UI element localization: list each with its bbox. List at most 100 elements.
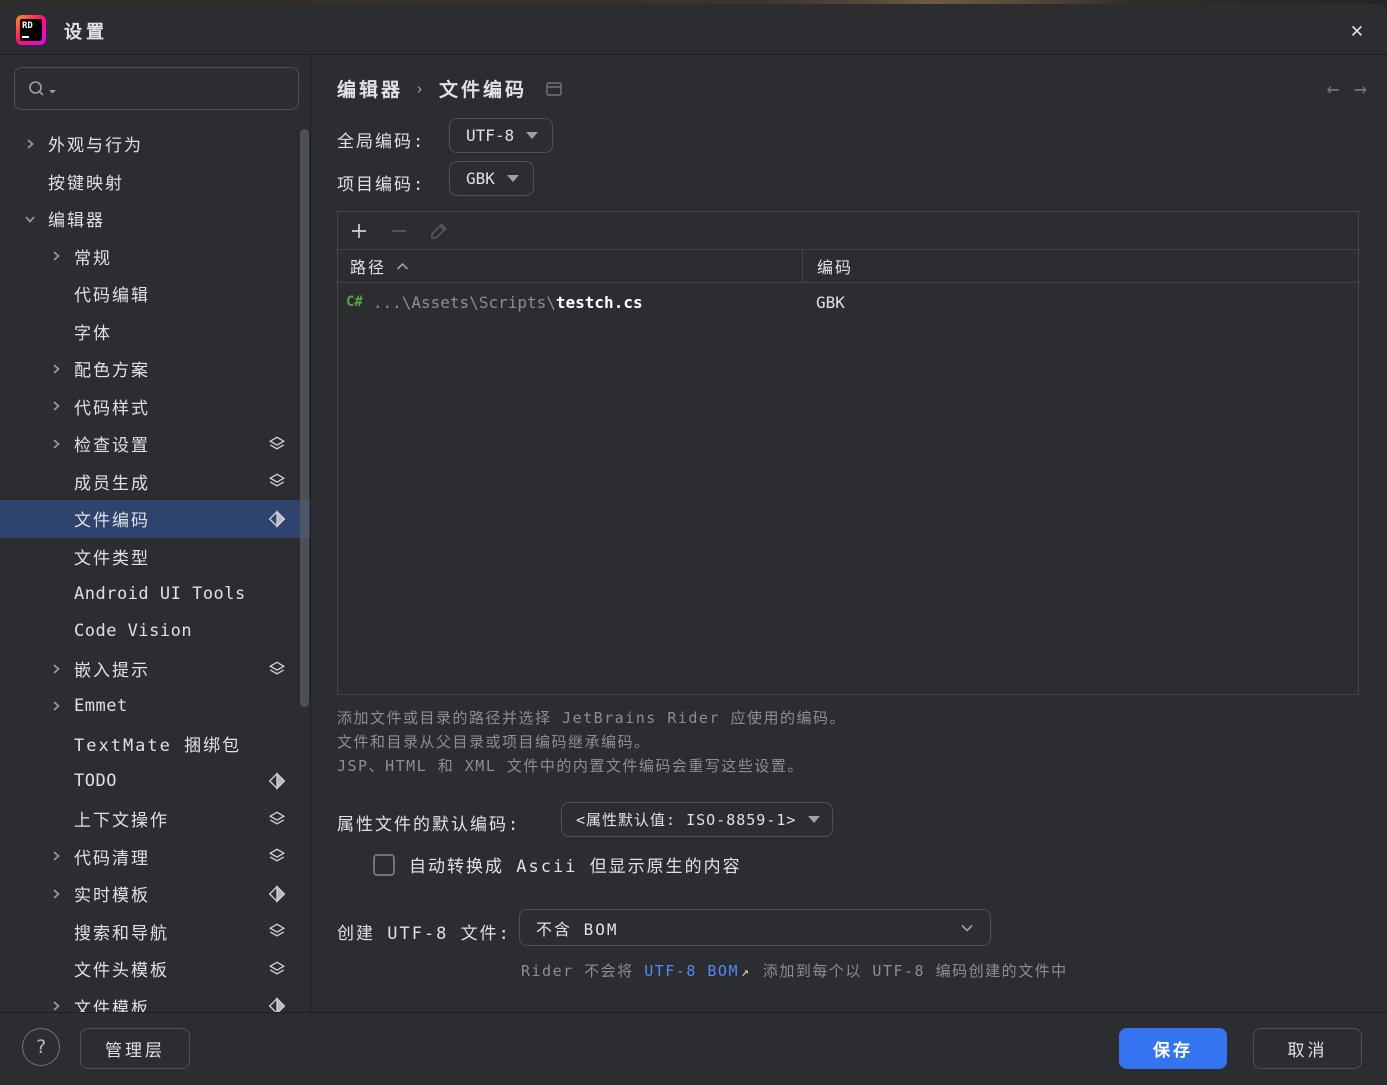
dialog-footer: ? 管理层 保存 取消	[0, 1012, 1387, 1085]
diamond-icon	[268, 510, 286, 528]
global-encoding-label: 全局编码:	[337, 127, 425, 152]
chevron-right-icon[interactable]	[22, 137, 38, 151]
utf8-bom-link[interactable]: UTF-8 BOM	[644, 962, 739, 980]
properties-encoding-label: 属性文件的默认编码:	[337, 810, 520, 835]
cancel-button[interactable]: 取消	[1253, 1028, 1362, 1069]
chevron-down-icon	[507, 175, 519, 182]
encoding-cell: GBK	[802, 293, 1358, 312]
chevron-right-icon[interactable]	[48, 249, 64, 263]
chevron-right-icon[interactable]	[48, 437, 64, 451]
back-arrow-icon[interactable]: ←	[1327, 77, 1340, 102]
global-encoding-value: UTF-8	[466, 126, 514, 145]
chevron-down-icon	[808, 816, 820, 823]
sidebar-item-label: 代码样式	[74, 394, 150, 419]
chevron-right-icon[interactable]	[48, 662, 64, 676]
rider-logo-text: RD	[20, 19, 42, 41]
sidebar-item-19[interactable]: 代码清理	[0, 838, 310, 876]
chevron-right-icon[interactable]	[48, 699, 64, 713]
sidebar-item-12[interactable]: Android UI Tools	[0, 575, 310, 613]
search-input[interactable]	[57, 68, 298, 109]
edit-pencil-icon[interactable]	[428, 220, 450, 242]
sidebar-item-18[interactable]: 上下文操作	[0, 800, 310, 838]
sidebar-item-label: Code Vision	[74, 621, 192, 641]
sidebar-item-17[interactable]: TODO	[0, 763, 310, 801]
sidebar-scrollbar[interactable]	[300, 129, 309, 707]
sidebar-item-7[interactable]: 代码样式	[0, 388, 310, 426]
chevron-right-icon[interactable]	[48, 999, 64, 1012]
utf8-bom-note: Rider 不会将 UTF-8 BOM↗ 添加到每个以 UTF-8 编码创建的文…	[521, 960, 1068, 981]
project-encoding-select[interactable]: GBK	[449, 161, 534, 196]
diamond-icon	[268, 997, 286, 1012]
create-utf8-select[interactable]: 不含 BOM	[519, 909, 991, 946]
layers-icon	[268, 810, 286, 828]
sidebar-item-label: 按键映射	[48, 169, 124, 194]
sidebar-item-5[interactable]: 字体	[0, 313, 310, 351]
column-header-path[interactable]: 路径	[338, 254, 802, 278]
open-in-window-icon[interactable]	[545, 81, 563, 97]
sidebar-item-label: 字体	[74, 319, 112, 344]
sidebar-item-8[interactable]: 检查设置	[0, 425, 310, 463]
chevron-right-icon[interactable]	[48, 399, 64, 413]
layers-icon	[268, 960, 286, 978]
sidebar-item-14[interactable]: 嵌入提示	[0, 650, 310, 688]
breadcrumb-current: 文件编码	[439, 75, 527, 102]
chevron-down-icon	[960, 918, 974, 937]
ascii-convert-checkbox[interactable]	[373, 854, 395, 876]
file-encodings-panel: 编辑器 › 文件编码 ← → 全局编码: UTF-8 项目编码: G	[311, 55, 1387, 1012]
help-icon[interactable]: ?	[22, 1028, 60, 1066]
sidebar-item-label: 代码编辑	[74, 281, 150, 306]
layers-icon	[268, 435, 286, 453]
remove-icon[interactable]	[388, 220, 410, 242]
sidebar-item-22[interactable]: 文件头模板	[0, 950, 310, 988]
layers-icon	[268, 660, 286, 678]
sidebar-item-label: Android UI Tools	[74, 584, 246, 604]
sidebar-item-label: 文件头模板	[74, 956, 169, 981]
close-icon[interactable]: ✕	[1343, 16, 1371, 44]
chevron-down-icon[interactable]	[22, 212, 38, 226]
global-encoding-select[interactable]: UTF-8	[449, 118, 553, 153]
add-icon[interactable]	[348, 220, 370, 242]
save-button[interactable]: 保存	[1119, 1028, 1227, 1069]
table-row[interactable]: C#...\Assets\Scripts\testch.csGBK	[338, 283, 1358, 321]
manage-button[interactable]: 管理层	[80, 1028, 190, 1069]
chevron-right-icon[interactable]	[48, 887, 64, 901]
chevron-right-icon[interactable]	[48, 362, 64, 376]
breadcrumb-parent[interactable]: 编辑器	[337, 75, 403, 102]
sidebar-item-15[interactable]: Emmet	[0, 688, 310, 726]
chevron-down-icon	[526, 132, 538, 139]
diamond-icon	[268, 885, 286, 903]
sidebar-item-0[interactable]: 外观与行为	[0, 125, 310, 163]
sidebar-item-13[interactable]: Code Vision	[0, 613, 310, 651]
window-title: 设置	[64, 18, 108, 44]
sidebar-item-label: 配色方案	[74, 356, 150, 381]
layers-icon	[268, 472, 286, 490]
ascii-convert-row: 自动转换成 Ascii 但显示原生的内容	[373, 852, 742, 877]
sidebar-item-label: 外观与行为	[48, 131, 143, 156]
search-icon	[27, 79, 57, 99]
sidebar-item-2[interactable]: 编辑器	[0, 200, 310, 238]
sidebar-item-label: 文件编码	[74, 506, 150, 531]
sidebar-item-21[interactable]: 搜索和导航	[0, 913, 310, 951]
path-cell: C#...\Assets\Scripts\testch.cs	[338, 293, 802, 312]
sidebar-item-10[interactable]: 文件编码	[0, 500, 310, 538]
sidebar-item-3[interactable]: 常规	[0, 238, 310, 276]
table-help-text: 添加文件或目录的路径并选择 JetBrains Rider 应使用的编码。文件和…	[337, 706, 846, 778]
sidebar-item-16[interactable]: TextMate 捆绑包	[0, 725, 310, 763]
sidebar-item-20[interactable]: 实时模板	[0, 875, 310, 913]
sidebar-item-1[interactable]: 按键映射	[0, 163, 310, 201]
sidebar-item-9[interactable]: 成员生成	[0, 463, 310, 501]
sidebar-item-4[interactable]: 代码编辑	[0, 275, 310, 313]
csharp-file-icon: C#	[346, 294, 363, 310]
sidebar-item-label: 常规	[74, 244, 112, 269]
table-toolbar	[338, 212, 1358, 250]
layers-icon	[268, 922, 286, 940]
sidebar-item-6[interactable]: 配色方案	[0, 350, 310, 388]
chevron-right-icon[interactable]	[48, 849, 64, 863]
search-box[interactable]	[14, 67, 299, 110]
column-header-encoding[interactable]: 编码	[802, 250, 1358, 282]
forward-arrow-icon[interactable]: →	[1354, 77, 1367, 102]
sort-asc-icon	[396, 262, 409, 271]
sidebar-item-23[interactable]: 文件模板	[0, 988, 310, 1013]
properties-encoding-select[interactable]: <属性默认值: ISO-8859-1>	[561, 802, 833, 837]
sidebar-item-11[interactable]: 文件类型	[0, 538, 310, 576]
